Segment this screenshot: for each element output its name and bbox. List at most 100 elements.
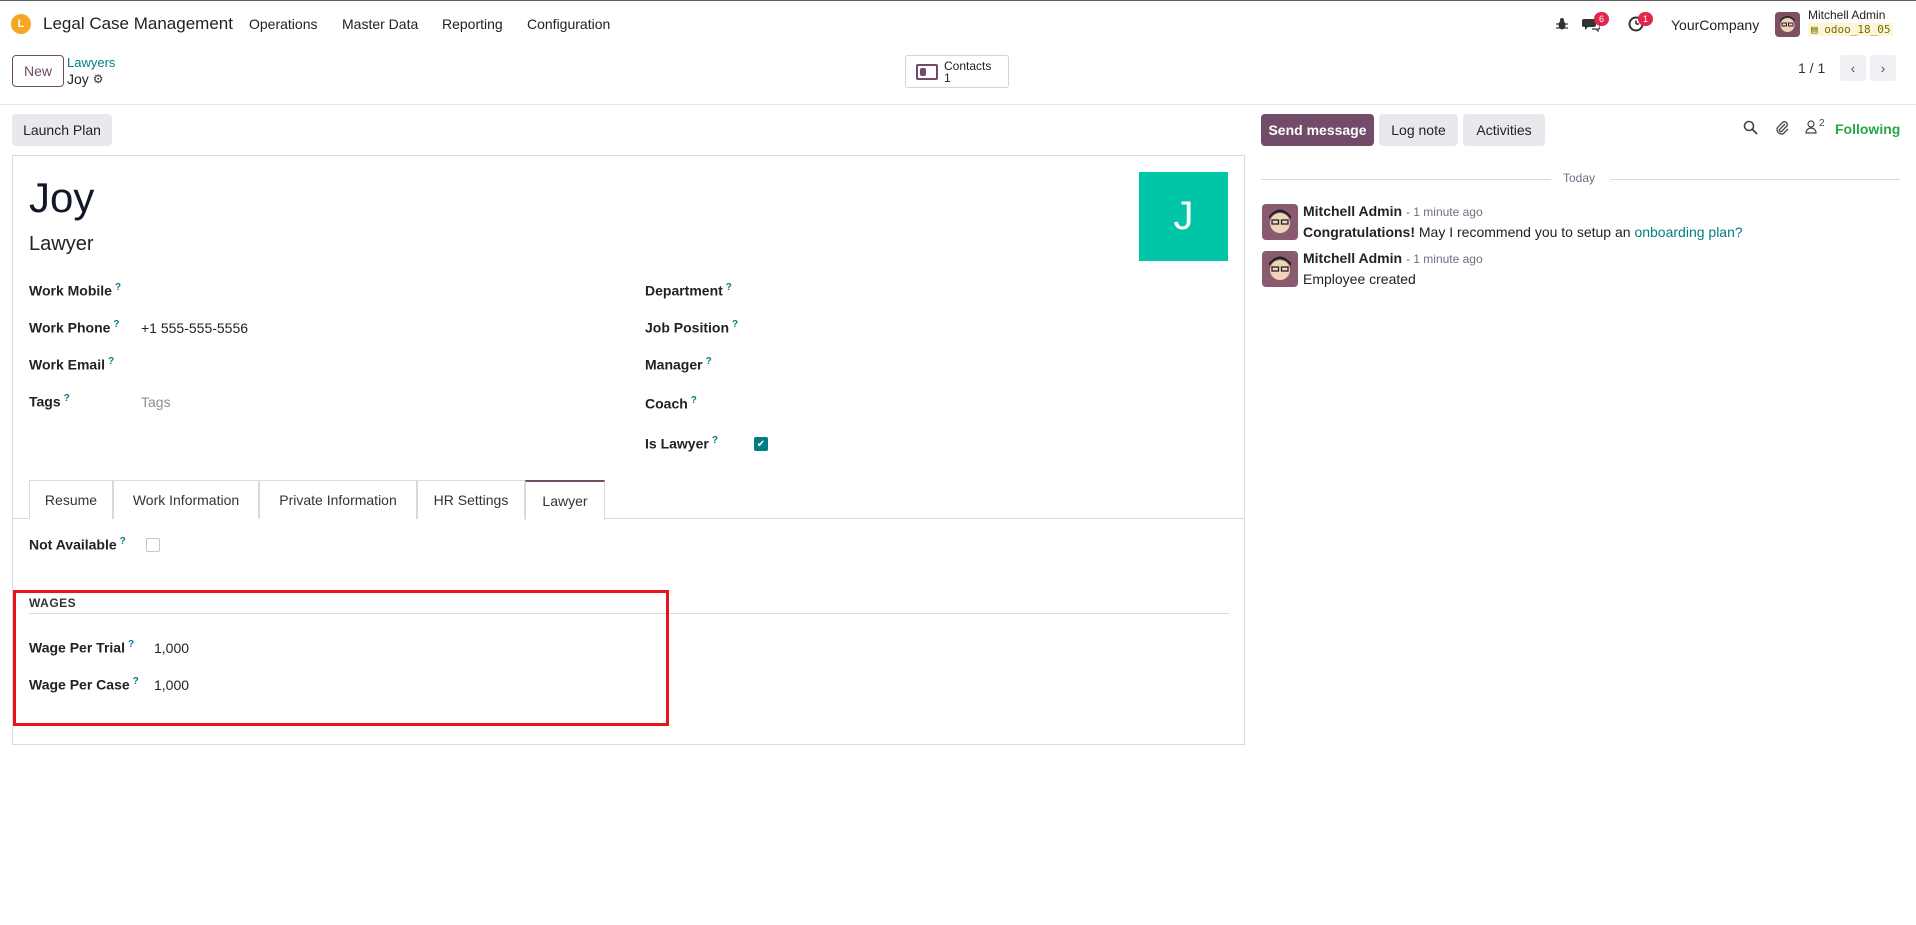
department-label-text: Department: [645, 282, 723, 299]
coach-label-text: Coach: [645, 395, 688, 412]
employee-avatar[interactable]: J: [1139, 172, 1228, 261]
send-message-button[interactable]: Send message: [1261, 114, 1374, 146]
tags-label: Tags?: [29, 393, 70, 410]
contact-card-icon: [916, 63, 938, 80]
help-icon[interactable]: ?: [706, 356, 712, 367]
form-sheet: Joy Lawyer J Work Mobile? Work Phone? +1…: [12, 155, 1245, 745]
user-name[interactable]: Mitchell Admin: [1808, 8, 1885, 22]
tags-label-text: Tags: [29, 393, 61, 410]
date-separator-line-right: [1610, 179, 1900, 180]
contacts-label: Contacts: [944, 58, 992, 73]
help-icon[interactable]: ?: [726, 282, 732, 293]
message-body-bold: Congratulations!: [1303, 224, 1415, 240]
menu-reporting[interactable]: Reporting: [442, 16, 503, 32]
user-avatar[interactable]: [1775, 12, 1800, 37]
wages-highlight-box: [13, 590, 669, 726]
app-logo-icon[interactable]: L: [11, 14, 31, 34]
not-available-checkbox[interactable]: [146, 538, 160, 552]
pager-value[interactable]: 1 / 1: [1798, 60, 1825, 76]
pager-previous-button[interactable]: ‹: [1840, 55, 1866, 81]
message-author-name[interactable]: Mitchell Admin: [1303, 203, 1402, 219]
work-mobile-label-text: Work Mobile: [29, 282, 112, 299]
followers-count: 2: [1819, 118, 1825, 129]
chevron-left-icon: ‹: [1850, 60, 1856, 76]
search-icon[interactable]: [1743, 120, 1758, 139]
work-phone-field[interactable]: +1 555-555-5556: [141, 320, 248, 336]
following-button[interactable]: Following: [1835, 121, 1900, 137]
debug-bug-icon[interactable]: [1553, 15, 1571, 33]
contacts-count: 1: [944, 70, 951, 85]
new-button[interactable]: New: [12, 55, 64, 87]
app-name[interactable]: Legal Case Management: [43, 14, 233, 34]
work-phone-label-text: Work Phone: [29, 319, 111, 336]
message-author-avatar[interactable]: [1262, 204, 1298, 240]
message-author-avatar[interactable]: [1262, 251, 1298, 287]
help-icon[interactable]: ?: [712, 435, 718, 446]
onboarding-plan-link[interactable]: onboarding plan?: [1634, 224, 1742, 240]
contacts-smart-button-text: Contacts 1: [944, 60, 991, 84]
is-lawyer-label-text: Is Lawyer: [645, 435, 709, 452]
database-name-text: odoo_18_05: [1824, 23, 1891, 36]
date-separator: Today: [1563, 171, 1596, 185]
job-position-label: Job Position?: [645, 319, 738, 336]
is-lawyer-checkbox[interactable]: ✔: [754, 437, 768, 451]
message-timestamp: - 1 minute ago: [1405, 252, 1483, 266]
company-switcher[interactable]: YourCompany: [1671, 17, 1759, 33]
tab-resume[interactable]: Resume: [29, 480, 113, 519]
help-icon[interactable]: ?: [115, 282, 121, 293]
message-body: Congratulations! May I recommend you to …: [1303, 224, 1743, 240]
help-icon[interactable]: ?: [64, 393, 70, 404]
menu-master-data[interactable]: Master Data: [342, 16, 418, 32]
chevron-right-icon: ›: [1880, 60, 1886, 76]
help-icon[interactable]: ?: [120, 536, 126, 547]
employee-name[interactable]: Joy: [29, 174, 94, 222]
help-icon[interactable]: ?: [113, 319, 119, 330]
top-navbar: L Legal Case Management Operations Maste…: [0, 0, 1916, 47]
tab-work-information[interactable]: Work Information: [113, 480, 259, 519]
tags-input[interactable]: Tags: [141, 394, 171, 410]
help-icon[interactable]: ?: [108, 356, 114, 367]
is-lawyer-label: Is Lawyer?: [645, 435, 718, 452]
tab-hr-settings[interactable]: HR Settings: [417, 480, 525, 519]
menu-configuration[interactable]: Configuration: [527, 16, 610, 32]
department-label: Department?: [645, 282, 732, 299]
pager-next-button[interactable]: ›: [1870, 55, 1896, 81]
gear-icon[interactable]: ⚙: [93, 72, 104, 86]
checkmark-icon: ✔: [756, 438, 766, 450]
not-available-label-text: Not Available: [29, 536, 117, 553]
employee-job-title[interactable]: Lawyer: [29, 233, 93, 256]
work-email-label: Work Email?: [29, 356, 114, 373]
help-icon[interactable]: ?: [732, 319, 738, 330]
activities-button[interactable]: Activities: [1463, 114, 1545, 146]
breadcrumb-current-label: Joy: [67, 71, 89, 87]
help-icon[interactable]: ?: [691, 395, 697, 406]
notebook-tabs: Resume Work Information Private Informat…: [13, 480, 1244, 520]
date-separator-line-left: [1261, 179, 1551, 180]
breadcrumb-lawyers[interactable]: Lawyers: [67, 55, 115, 70]
menu-operations[interactable]: Operations: [249, 16, 317, 32]
coach-label: Coach?: [645, 395, 697, 412]
message-author-name[interactable]: Mitchell Admin: [1303, 250, 1402, 266]
paperclip-icon[interactable]: [1775, 120, 1789, 140]
manager-label-text: Manager: [645, 356, 703, 373]
message-author[interactable]: Mitchell Admin - 1 minute ago: [1303, 203, 1483, 219]
work-mobile-label: Work Mobile?: [29, 282, 121, 299]
launch-plan-button[interactable]: Launch Plan: [12, 114, 112, 146]
work-phone-label: Work Phone?: [29, 319, 120, 336]
not-available-label: Not Available?: [29, 536, 126, 553]
work-email-label-text: Work Email: [29, 356, 105, 373]
message-body-text: May I recommend you to setup an: [1415, 224, 1635, 240]
log-note-button[interactable]: Log note: [1379, 114, 1458, 146]
database-icon: ▤: [1811, 23, 1818, 36]
followers-user-icon[interactable]: [1805, 120, 1817, 138]
job-position-label-text: Job Position: [645, 319, 729, 336]
messages-count-badge: 6: [1594, 12, 1609, 26]
message-author[interactable]: Mitchell Admin - 1 minute ago: [1303, 250, 1483, 266]
message-timestamp: - 1 minute ago: [1405, 205, 1483, 219]
tab-lawyer[interactable]: Lawyer: [525, 480, 605, 520]
tab-private-information[interactable]: Private Information: [259, 480, 417, 519]
activities-count-badge: 1: [1638, 12, 1653, 26]
contacts-smart-button[interactable]: Contacts 1: [905, 55, 1009, 88]
control-panel: New Lawyers Joy ⚙ Contacts 1 1 / 1 ‹ ›: [0, 47, 1916, 105]
breadcrumb-current: Joy ⚙: [67, 71, 104, 87]
